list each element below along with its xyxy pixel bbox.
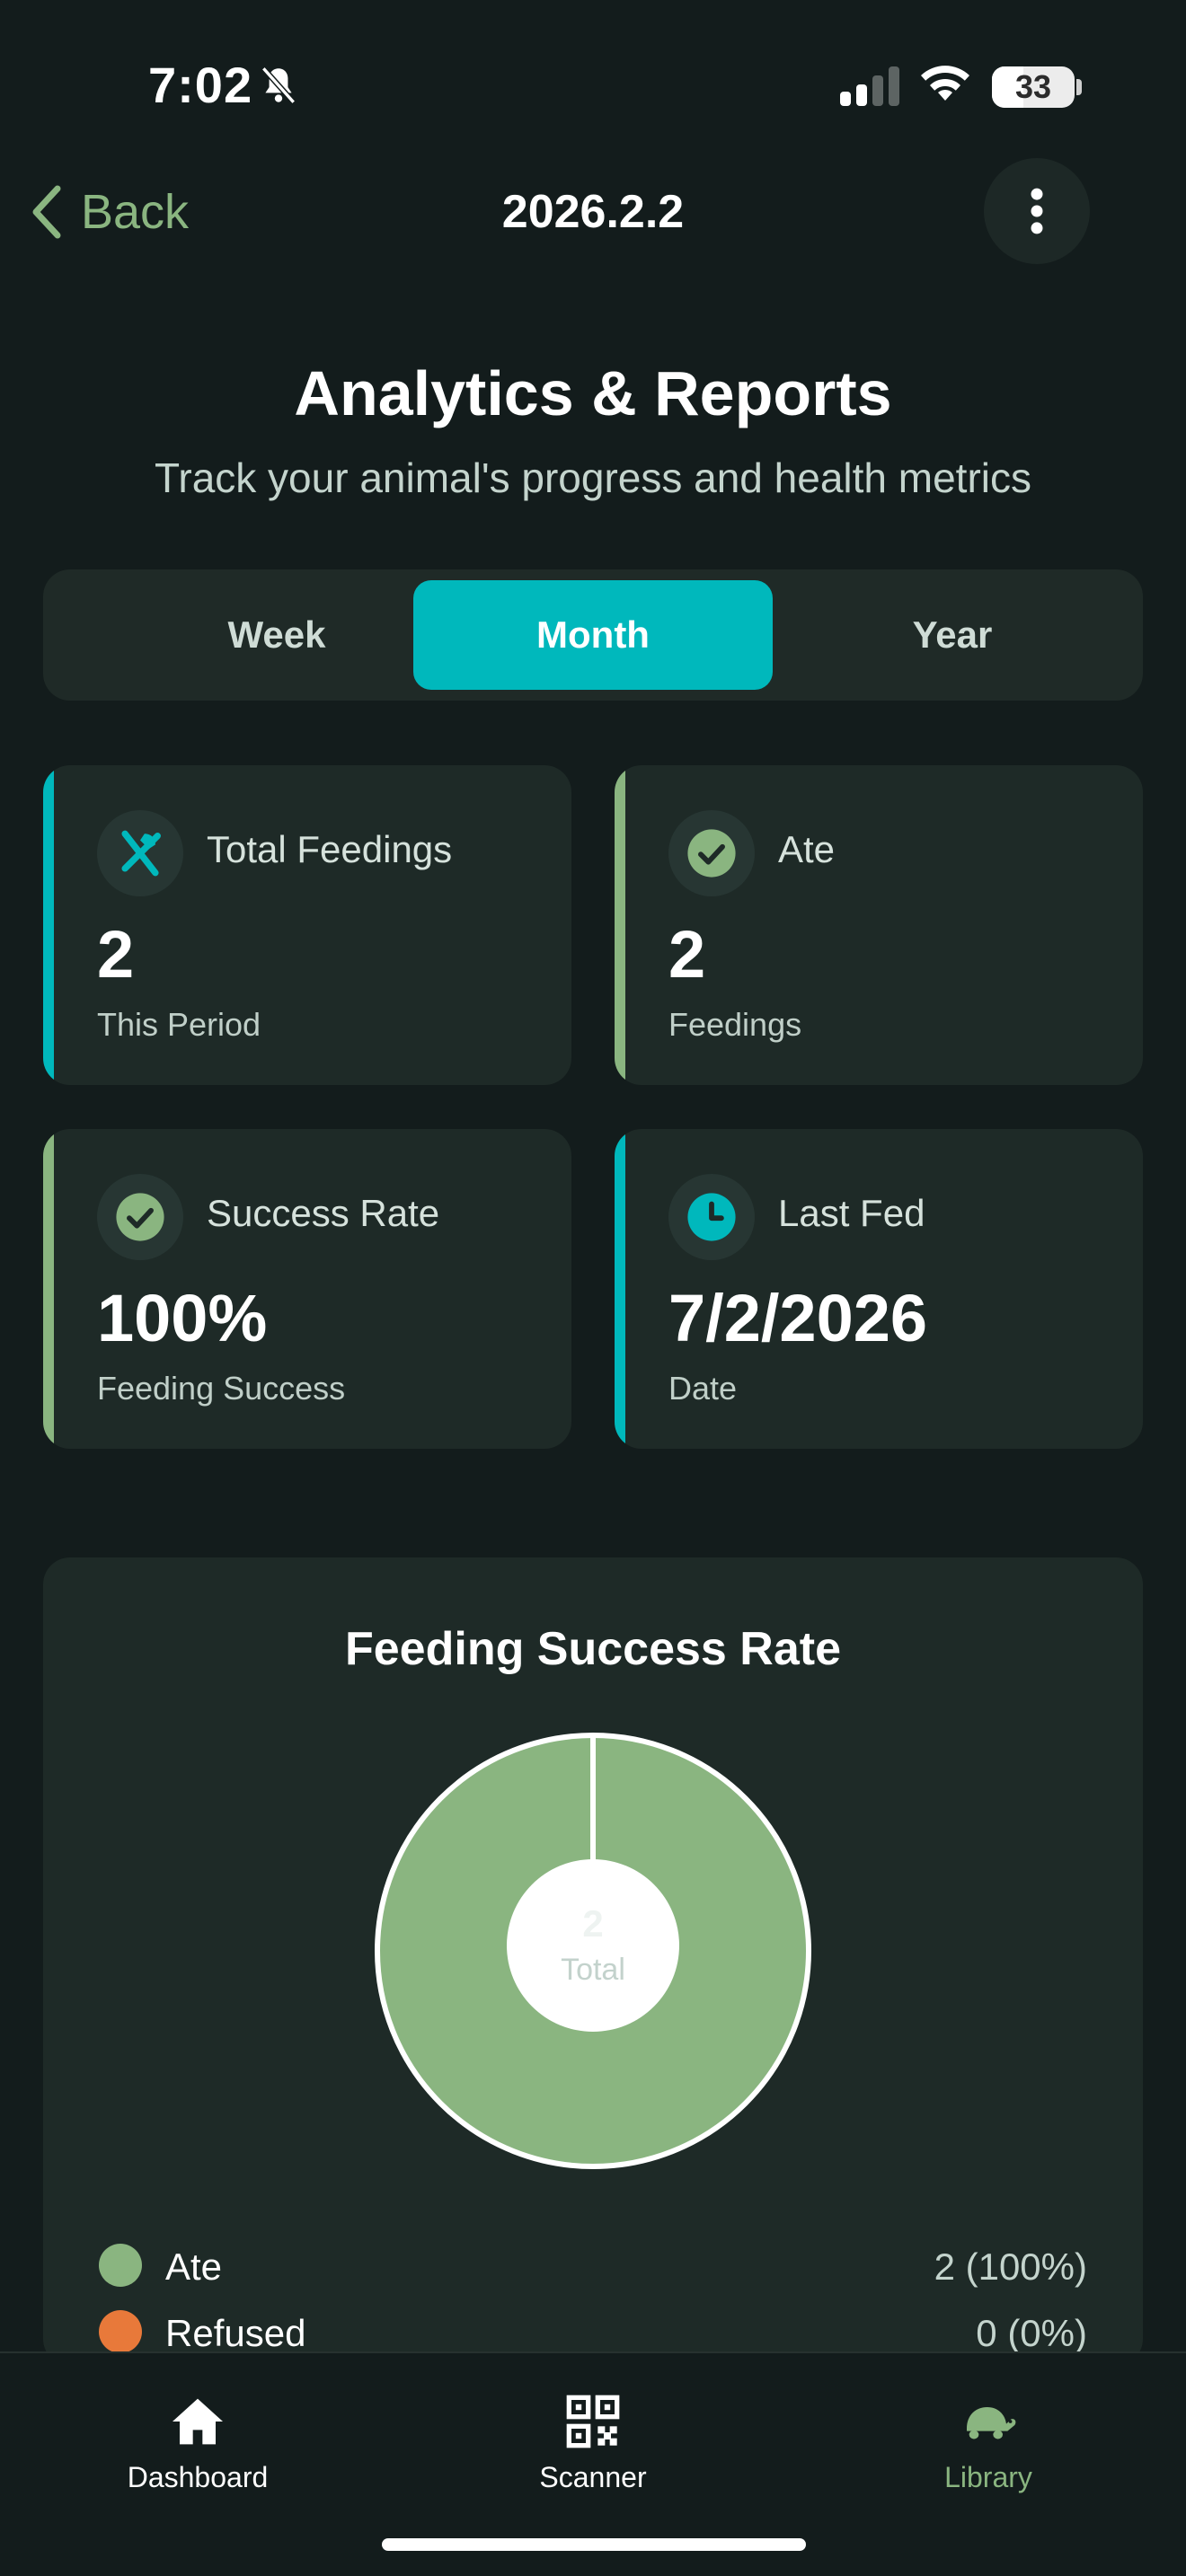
battery-nub	[1076, 79, 1082, 95]
turtle-icon	[967, 2407, 1016, 2439]
card-accent	[43, 1129, 54, 1449]
tab-label: Library	[944, 2461, 1032, 2493]
clock-icon	[687, 1193, 736, 1241]
check-circle-icon	[116, 1193, 164, 1241]
card-caption: This Period	[97, 1006, 261, 1043]
card-accent	[615, 1129, 625, 1449]
feeding-success-chart-card: Feeding Success Rate 2 Total Ate 2 (100%…	[43, 1557, 1143, 2366]
card-label: Last Fed	[778, 1192, 925, 1234]
card-value: 2	[97, 917, 135, 992]
legend-item-ate: Ate 2 (100%)	[99, 2238, 1087, 2292]
check-circle-icon	[687, 829, 736, 878]
legend-value: 0 (0%)	[976, 2312, 1087, 2354]
card-accent	[43, 765, 54, 1085]
status-bar: 7:02 33	[0, 0, 1186, 171]
home-indicator[interactable]	[382, 2538, 806, 2551]
qr-code-icon	[566, 2395, 620, 2448]
chart-title: Feeding Success Rate	[345, 1623, 841, 1675]
legend-label: Refused	[165, 2312, 306, 2354]
donut-chart: 2 Total	[375, 1733, 811, 2169]
legend-swatch	[99, 2310, 142, 2353]
card-label: Success Rate	[207, 1192, 440, 1234]
card-icon-container	[97, 1174, 183, 1260]
card-icon-container	[97, 810, 183, 896]
card-icon-container	[668, 1174, 755, 1260]
card-value: 7/2/2026	[668, 1281, 928, 1355]
battery-level: 33	[1014, 68, 1052, 105]
more-options-button[interactable]	[984, 158, 1090, 264]
card-value: 100%	[97, 1281, 268, 1355]
card-value: 2	[668, 917, 706, 992]
wifi-icon	[921, 66, 969, 101]
tab-library[interactable]: Library	[854, 2375, 1123, 2501]
card-caption: Feeding Success	[97, 1370, 346, 1407]
stat-card-success-rate: Success Rate 100% Feeding Success	[43, 1129, 571, 1449]
center-value: 2	[582, 1902, 603, 1945]
status-time: 7:02	[148, 57, 253, 113]
tab-dashboard[interactable]: Dashboard	[63, 2375, 332, 2501]
card-caption: Date	[668, 1370, 738, 1407]
legend-swatch	[99, 2244, 142, 2287]
page-subtitle: Track your animal's progress and health …	[154, 454, 1032, 501]
legend-label: Ate	[165, 2245, 223, 2288]
tab-week[interactable]: Week	[97, 580, 456, 690]
bell-slash-icon	[261, 66, 296, 104]
tab-label: Dashboard	[127, 2461, 269, 2493]
page-title: Analytics & Reports	[294, 358, 892, 428]
donut-center	[507, 1859, 679, 2032]
tab-month[interactable]: Month	[413, 580, 773, 690]
center-label: Total	[561, 1953, 625, 1987]
legend-value: 2 (100%)	[934, 2245, 1087, 2288]
tab-label: Scanner	[539, 2461, 647, 2493]
stat-card-last-fed: Last Fed 7/2/2026 Date	[615, 1129, 1143, 1449]
card-caption: Feedings	[668, 1006, 802, 1043]
battery-indicator: 33	[992, 66, 1075, 108]
card-label: Ate	[778, 828, 836, 870]
card-icon-container	[668, 810, 755, 896]
home-icon	[173, 2398, 223, 2445]
more-vertical-icon	[1031, 188, 1043, 234]
stat-card-ate: Ate 2 Feedings	[615, 765, 1143, 1085]
period-selector: Week Month Year	[43, 569, 1143, 701]
card-label: Total Feedings	[207, 828, 453, 870]
tab-scanner[interactable]: Scanner	[458, 2375, 728, 2501]
cellular-signal-icon	[840, 66, 899, 106]
stat-card-total-feedings: Total Feedings 2 This Period	[43, 765, 571, 1085]
tab-year[interactable]: Year	[773, 580, 1132, 690]
nav-header: Back 2026.2.2	[0, 153, 1186, 269]
card-accent	[615, 765, 625, 1085]
legend-item-refused: Refused 0 (0%)	[99, 2305, 1087, 2359]
fork-knife-icon	[121, 830, 161, 877]
